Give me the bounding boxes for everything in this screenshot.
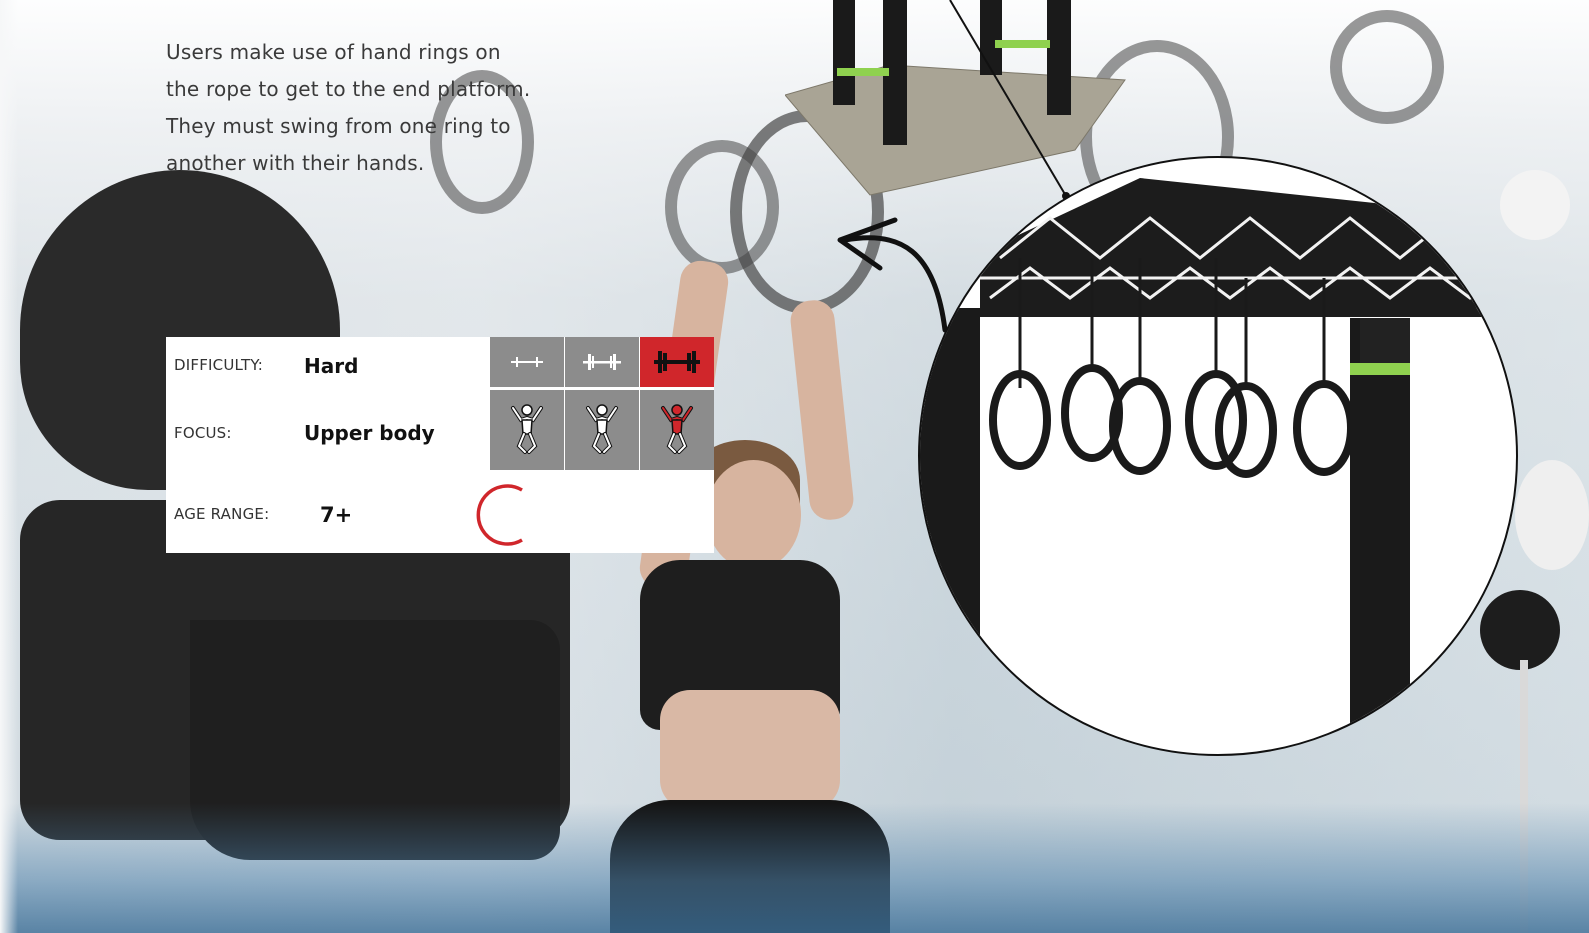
difficulty-level-easy xyxy=(490,337,564,387)
difficulty-level-hard xyxy=(640,337,714,387)
upper-body-figure-icon xyxy=(661,404,693,454)
description-line: They must swing from one ring to xyxy=(166,114,511,138)
focus-level-full xyxy=(565,390,639,470)
focus-level-lower xyxy=(490,390,564,470)
full-body-figure-icon xyxy=(586,404,618,454)
age-range-label: AGE RANGE: xyxy=(174,505,270,523)
focus-label: FOCUS: xyxy=(174,424,232,442)
obstacle-description: Users make use of hand rings on the rope… xyxy=(166,34,606,182)
description-line: the rope to get to the end platform. xyxy=(166,77,531,101)
medium-dumbbell-icon xyxy=(583,354,621,370)
description-line: another with their hands. xyxy=(166,151,425,175)
info-card: DIFFICULTY: Hard FOCUS: Upper body AGE R… xyxy=(166,337,714,553)
description-line: Users make use of hand rings on xyxy=(166,40,501,64)
difficulty-label: DIFFICULTY: xyxy=(174,356,263,374)
rings-rig-render xyxy=(920,178,1516,754)
lower-body-figure-icon xyxy=(511,404,543,454)
age-range-value: 7+ xyxy=(320,503,353,527)
age-range-badge xyxy=(476,484,523,546)
difficulty-value: Hard xyxy=(304,354,359,378)
focus-value: Upper body xyxy=(304,421,435,445)
difficulty-level-medium xyxy=(565,337,639,387)
easy-dumbbell-icon xyxy=(511,357,543,367)
focus-level-upper xyxy=(640,390,714,470)
detail-magnifier xyxy=(918,156,1518,756)
hard-dumbbell-icon xyxy=(654,351,700,373)
